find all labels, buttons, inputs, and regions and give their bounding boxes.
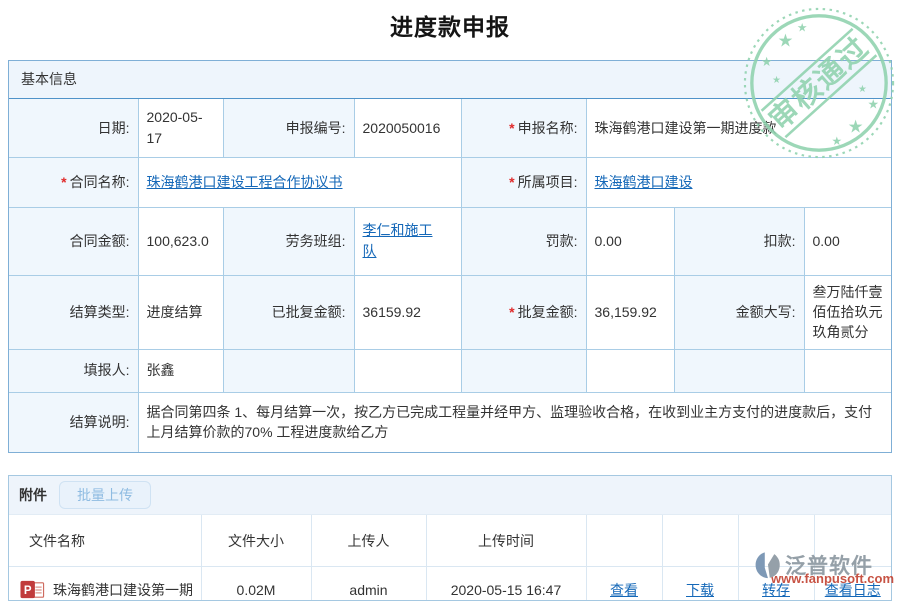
basic-info-table: 日期: 2020-05-17 申报编号: 2020050016 *申报名称: 珠… [9, 99, 891, 452]
attachments-header: 附件 批量上传 [9, 476, 891, 515]
row-amounts: 合同金额: 100,623.0 劳务班组: 李仁和施工队 罚款: 0.00 扣款… [9, 207, 891, 275]
approved-amount-value: 36,159.92 [586, 275, 674, 349]
fine-value: 0.00 [586, 207, 674, 275]
labor-team-link[interactable]: 李仁和施工队 [363, 220, 439, 262]
col-file-size: 文件大小 [201, 515, 311, 567]
row-date: 日期: 2020-05-17 申报编号: 2020050016 *申报名称: 珠… [9, 99, 891, 157]
file-action-cell: 查看日志 [814, 567, 891, 601]
required-marker: * [509, 120, 514, 136]
attachments-section: 附件 批量上传 文件名称 文件大小 上传人 上传时间 [8, 475, 892, 601]
empty-cell [354, 349, 461, 392]
project-link[interactable]: 珠海鹤港口建设 [595, 174, 693, 190]
attachments-title: 附件 [19, 485, 47, 505]
declare-name-label: *申报名称: [461, 99, 586, 157]
project-label: *所属项目: [461, 157, 586, 207]
file-upload-time: 2020-05-15 16:47 [426, 567, 586, 601]
labor-team-label: 劳务班组: [223, 207, 354, 275]
file-action-cell: 查看 [586, 567, 662, 601]
project-value: 珠海鹤港口建设 [586, 157, 891, 207]
file-size: 0.02M [201, 567, 311, 601]
file-name: 珠海鹤港口建设第一期 [53, 580, 193, 600]
filler-label: 填报人: [9, 349, 138, 392]
basic-info-header: 基本信息 [9, 61, 891, 99]
declare-no-label: 申报编号: [223, 99, 354, 157]
approved-before-value: 36159.92 [354, 275, 461, 349]
amount-words-value: 叁万陆仟壹佰伍拾玖元玖角贰分 [804, 275, 891, 349]
contract-name-label: *合同名称: [9, 157, 138, 207]
contract-amount-value: 100,623.0 [138, 207, 223, 275]
file-name-cell: P 珠海鹤港口建设第一期 [9, 567, 201, 601]
page-title: 进度款申报 [0, 8, 900, 42]
transfer-link[interactable]: 转存 [762, 582, 790, 598]
declare-name-value: 珠海鹤港口建设第一期进度款 [586, 99, 891, 157]
approved-before-label: 已批复金额: [223, 275, 354, 349]
row-filler: 填报人: 张鑫 [9, 349, 891, 392]
empty-cell [804, 349, 891, 392]
download-link[interactable]: 下载 [686, 582, 714, 598]
settle-note-value: 据合同第四条 1、每月结算一次，按乙方已完成工程量并经甲方、监理验收合格，在收到… [138, 392, 891, 452]
batch-upload-button[interactable]: 批量上传 [59, 481, 151, 509]
view-log-link[interactable]: 查看日志 [825, 582, 881, 598]
filler-value: 张鑫 [138, 349, 223, 392]
empty-cell [461, 349, 586, 392]
date-value: 2020-05-17 [138, 99, 223, 157]
settle-type-label: 结算类型: [9, 275, 138, 349]
contract-amount-label: 合同金额: [9, 207, 138, 275]
attachments-table: 文件名称 文件大小 上传人 上传时间 [9, 515, 891, 601]
labor-team-value: 李仁和施工队 [354, 207, 461, 275]
file-row: P 珠海鹤港口建设第一期 0.02M admin 2020-05-15 16:4… [9, 567, 891, 601]
row-settlement: 结算类型: 进度结算 已批复金额: 36159.92 *批复金额: 36,159… [9, 275, 891, 349]
settle-note-label: 结算说明: [9, 392, 138, 452]
required-marker: * [61, 174, 66, 190]
svg-text:P: P [24, 585, 32, 597]
col-uploader: 上传人 [311, 515, 426, 567]
col-action-empty [662, 515, 738, 567]
col-file-name: 文件名称 [9, 515, 201, 567]
file-action-cell: 下载 [662, 567, 738, 601]
ppt-file-icon: P [20, 578, 45, 601]
required-marker: * [509, 174, 514, 190]
file-action-cell: 转存 [738, 567, 814, 601]
deduction-label: 扣款: [674, 207, 804, 275]
settle-type-value: 进度结算 [138, 275, 223, 349]
empty-cell [223, 349, 354, 392]
file-uploader: admin [311, 567, 426, 601]
col-action-empty [738, 515, 814, 567]
row-contract: *合同名称: 珠海鹤港口建设工程合作协议书 *所属项目: 珠海鹤港口建设 [9, 157, 891, 207]
attachments-header-row: 文件名称 文件大小 上传人 上传时间 [9, 515, 891, 567]
empty-cell [674, 349, 804, 392]
fine-label: 罚款: [461, 207, 586, 275]
amount-words-label: 金额大写: [674, 275, 804, 349]
col-action-empty [814, 515, 891, 567]
date-label: 日期: [9, 99, 138, 157]
contract-name-link[interactable]: 珠海鹤港口建设工程合作协议书 [147, 174, 343, 190]
required-marker: * [509, 304, 514, 320]
approved-amount-label: *批复金额: [461, 275, 586, 349]
col-upload-time: 上传时间 [426, 515, 586, 567]
empty-cell [586, 349, 674, 392]
basic-info-section: 基本信息 日期: 2020-05-17 申报编号: 2020050016 *申报… [8, 60, 892, 453]
view-link[interactable]: 查看 [610, 582, 638, 598]
deduction-value: 0.00 [804, 207, 891, 275]
contract-name-value: 珠海鹤港口建设工程合作协议书 [138, 157, 461, 207]
row-settle-note: 结算说明: 据合同第四条 1、每月结算一次，按乙方已完成工程量并经甲方、监理验收… [9, 392, 891, 452]
col-action-empty [586, 515, 662, 567]
declare-no-value: 2020050016 [354, 99, 461, 157]
